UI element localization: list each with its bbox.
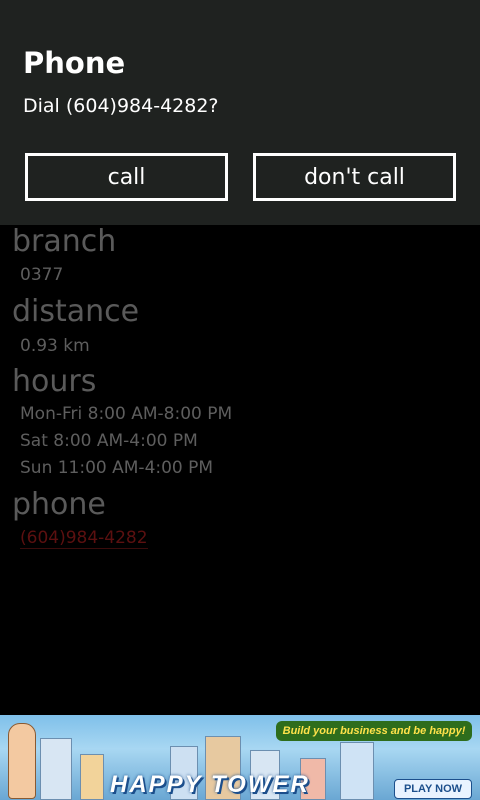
phone-heading: phone bbox=[12, 487, 106, 522]
hours-heading: hours bbox=[12, 364, 97, 399]
dialog-title: Phone bbox=[23, 46, 126, 80]
dont-call-button[interactable]: don't call bbox=[253, 153, 456, 201]
ad-building-graphic bbox=[340, 742, 374, 800]
branch-heading: branch bbox=[12, 224, 117, 259]
hours-saturday: Sat 8:00 AM-4:00 PM bbox=[20, 431, 198, 451]
ad-banner[interactable]: Build your business and be happy! HAPPY … bbox=[0, 715, 480, 800]
phone-value[interactable]: (604)984-4282 bbox=[20, 528, 148, 549]
ad-building-graphic bbox=[40, 738, 72, 800]
dial-dialog: Phone Dial (604)984-4282? call don't cal… bbox=[0, 0, 480, 225]
hours-weekday: Mon-Fri 8:00 AM-8:00 PM bbox=[20, 404, 233, 424]
phone-link[interactable]: (604)984-4282 bbox=[20, 528, 148, 549]
branch-value: 0377 bbox=[20, 265, 64, 285]
ad-character-graphic bbox=[8, 723, 36, 799]
ad-title: HAPPY TOWER bbox=[110, 771, 310, 798]
distance-heading: distance bbox=[12, 294, 140, 329]
hours-sunday: Sun 11:00 AM-4:00 PM bbox=[20, 458, 214, 478]
call-button[interactable]: call bbox=[25, 153, 228, 201]
ad-tagline: Build your business and be happy! bbox=[276, 721, 472, 741]
dialog-message: Dial (604)984-4282? bbox=[23, 95, 219, 117]
ad-play-button[interactable]: PLAY NOW bbox=[394, 779, 472, 799]
distance-value: 0.93 km bbox=[20, 336, 90, 356]
ad-building-graphic bbox=[80, 754, 104, 800]
